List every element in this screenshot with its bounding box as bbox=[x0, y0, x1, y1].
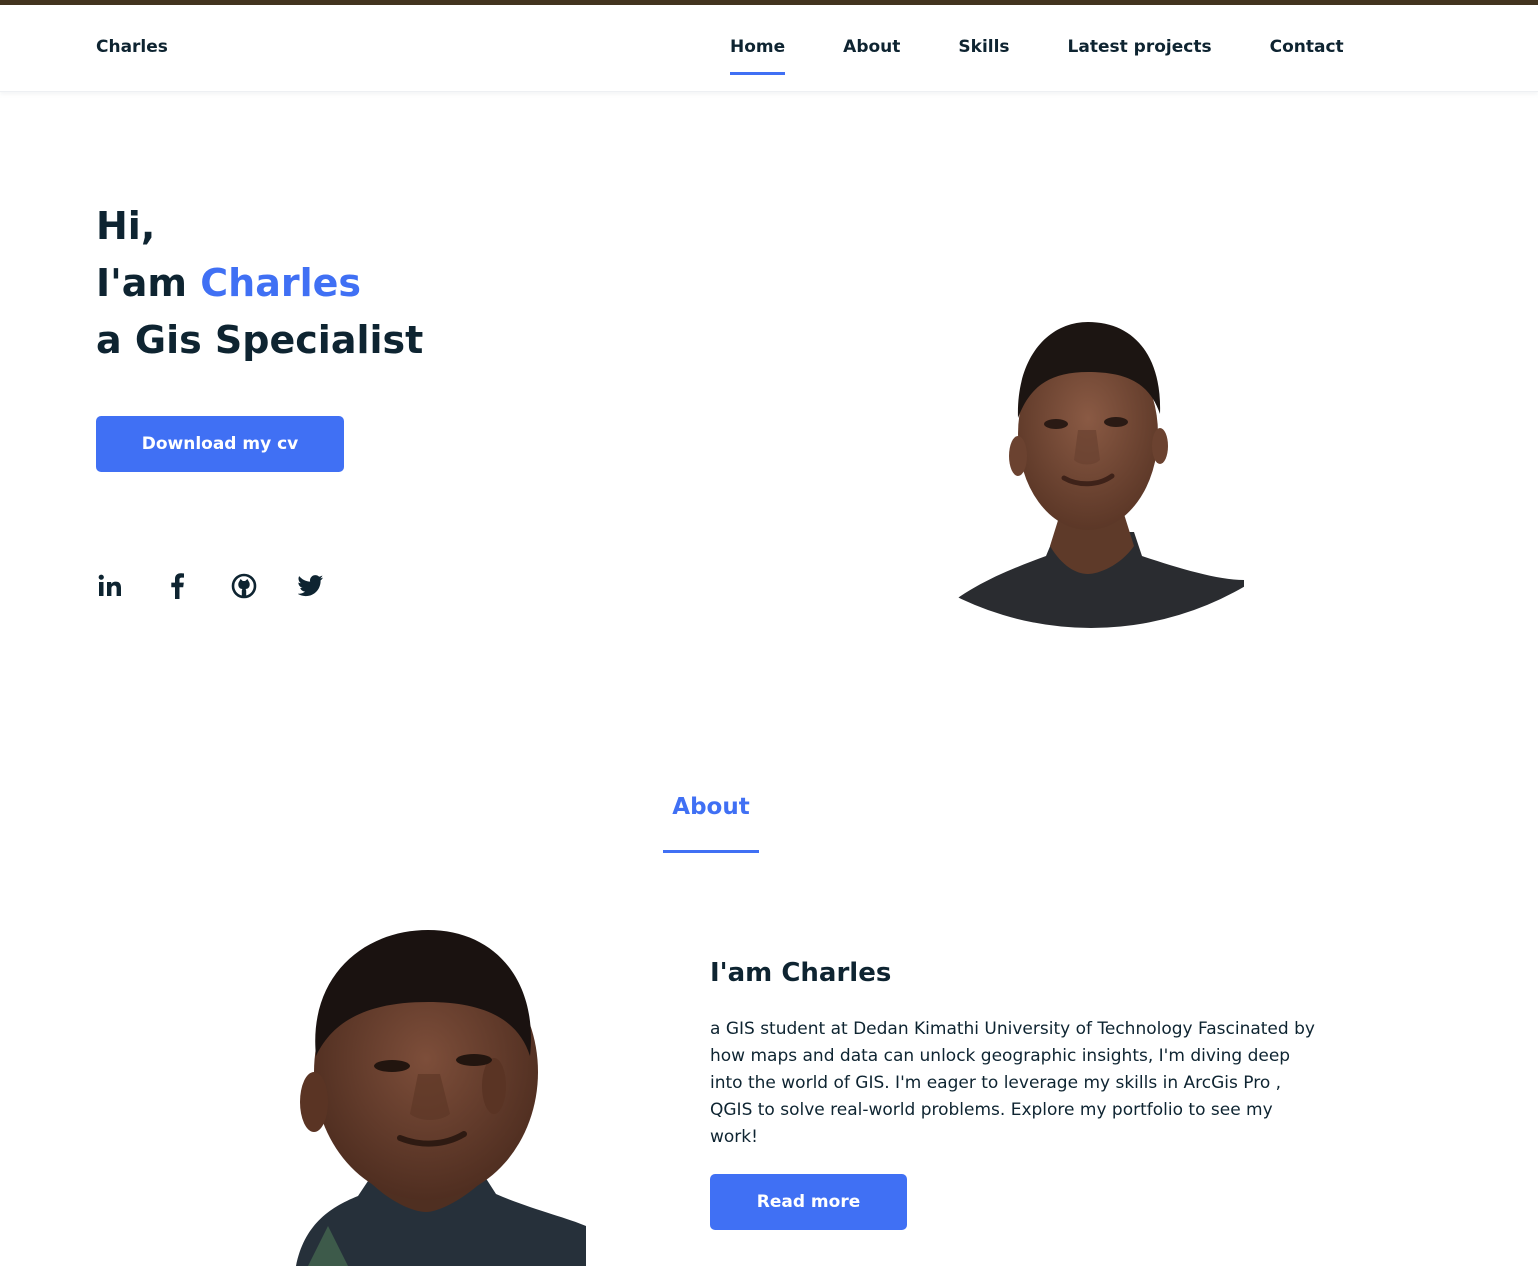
site-header: Charles Home About Skills Latest project… bbox=[0, 5, 1538, 92]
hero-intro: I'am Charles bbox=[96, 255, 423, 312]
hero-greeting: Hi, bbox=[96, 204, 156, 248]
hero-name: Charles bbox=[200, 261, 361, 305]
download-cv-button[interactable]: Download my cv bbox=[96, 416, 344, 472]
github-icon bbox=[231, 573, 257, 599]
site-logo[interactable]: Charles bbox=[96, 37, 168, 57]
about-description: a GIS student at Dedan Kimathi Universit… bbox=[710, 1019, 1315, 1147]
github-link[interactable] bbox=[230, 570, 258, 602]
nav-about[interactable]: About bbox=[843, 37, 900, 57]
about-portrait-image bbox=[296, 930, 586, 1266]
hero-title: Hi, I'am Charles a Gis Specialist bbox=[96, 198, 423, 369]
about-heading: I'am Charles bbox=[710, 958, 892, 988]
hero-role: a Gis Specialist bbox=[96, 318, 424, 362]
nav-home[interactable]: Home bbox=[730, 37, 786, 75]
nav-latest-projects[interactable]: Latest projects bbox=[1068, 37, 1212, 57]
nav-contact[interactable]: Contact bbox=[1270, 37, 1344, 57]
linkedin-icon bbox=[98, 574, 121, 596]
facebook-icon bbox=[171, 573, 184, 599]
hero-intro-prefix: I'am bbox=[96, 261, 201, 305]
hero-portrait-image bbox=[938, 322, 1244, 628]
main-nav: Home About Skills Latest projects Contac… bbox=[730, 37, 1344, 75]
social-links bbox=[96, 570, 325, 602]
read-more-button[interactable]: Read more bbox=[710, 1174, 907, 1230]
about-section-underline bbox=[663, 850, 759, 853]
twitter-link[interactable] bbox=[297, 570, 325, 602]
nav-skills[interactable]: Skills bbox=[958, 37, 1009, 57]
about-section-title: About bbox=[672, 794, 750, 820]
linkedin-link[interactable] bbox=[96, 570, 124, 602]
twitter-icon bbox=[298, 575, 323, 597]
facebook-link[interactable] bbox=[163, 570, 191, 602]
